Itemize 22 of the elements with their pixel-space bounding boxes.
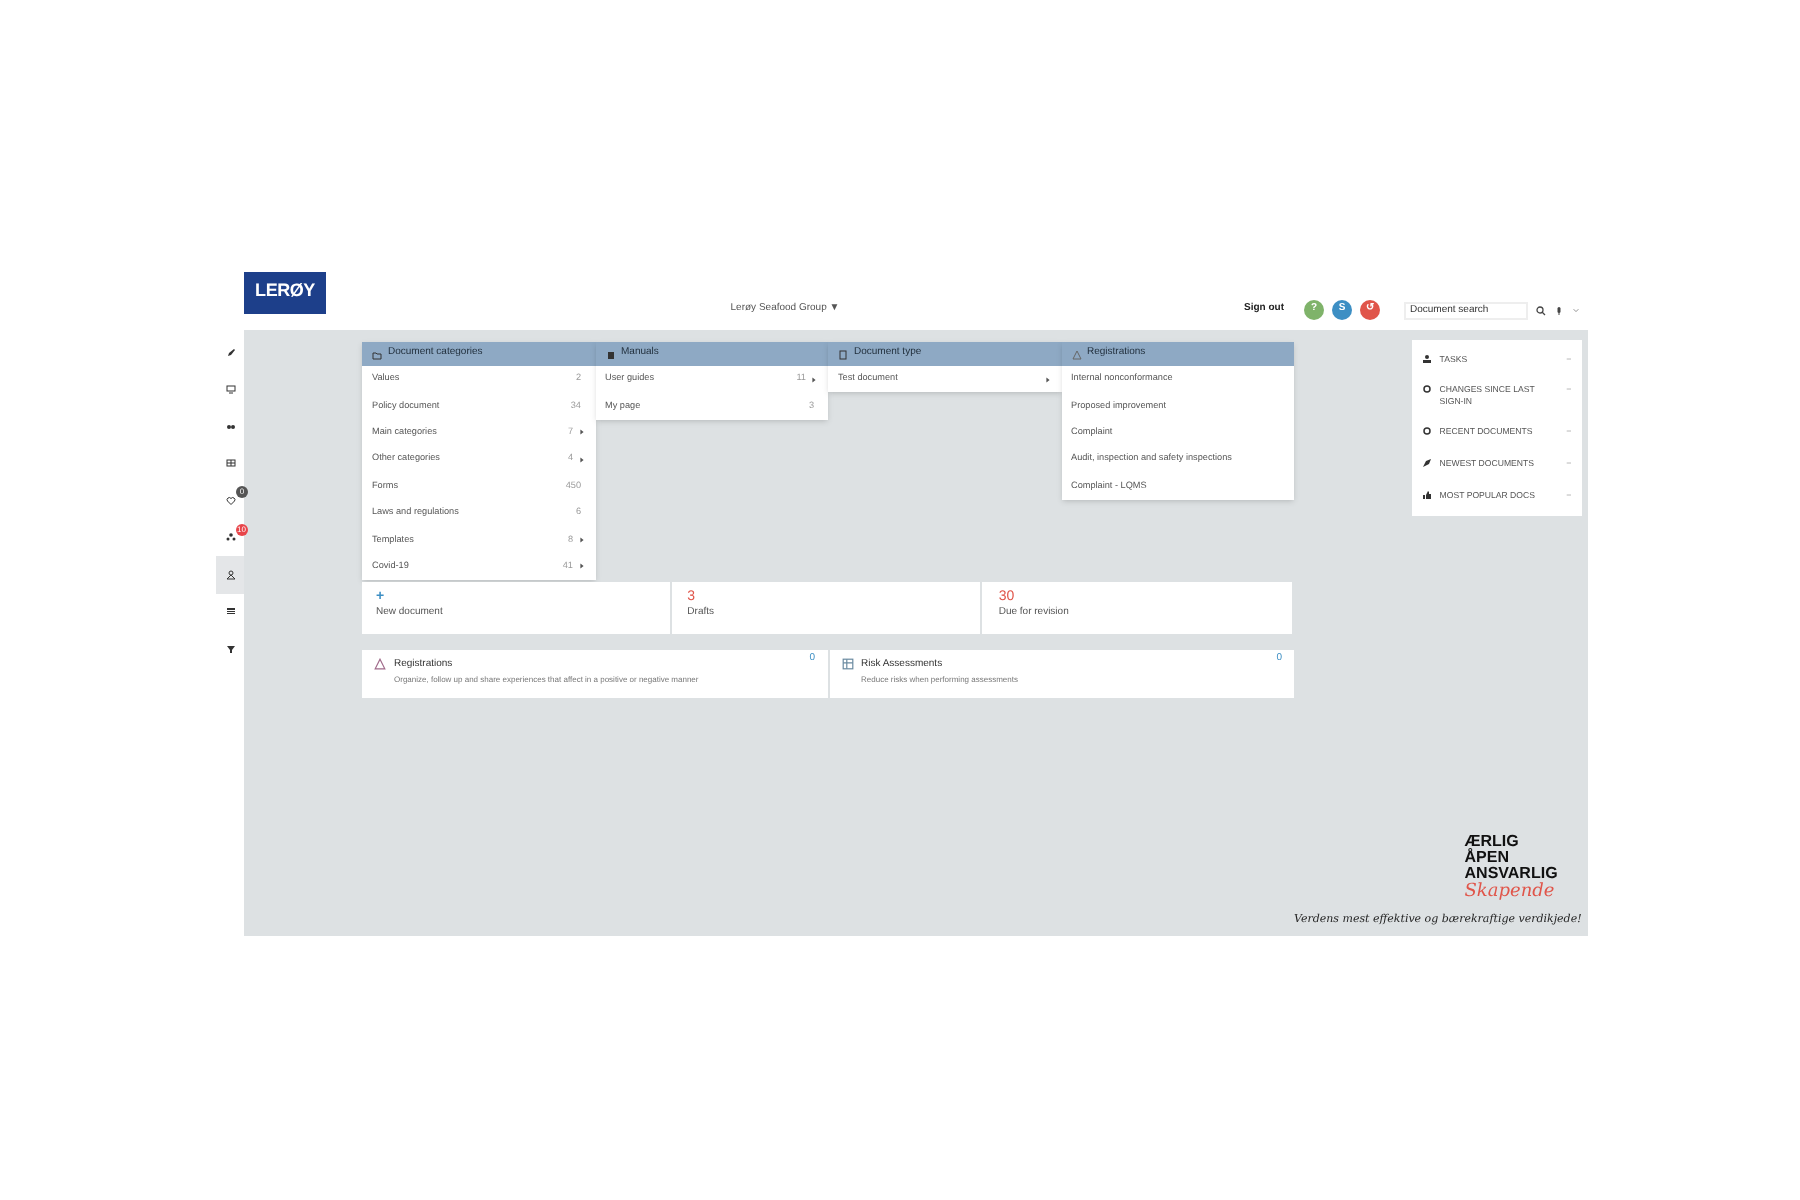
heart-icon [225,495,235,506]
document-icon [838,349,848,359]
pencil-icon [225,347,235,358]
warning-icon [1071,349,1081,359]
slogan-word: ÅPEN [1464,849,1511,866]
people-icon [1421,353,1432,363]
book-icon [605,349,615,359]
caret-icon [1572,306,1580,314]
warning-icon [374,658,386,671]
filter-icon [225,643,235,654]
slogan-word: ÆRLIG [1464,833,1521,850]
people-icon [225,532,235,543]
slogan-word: ANSVARLIG [1464,865,1558,882]
glasses-icon [225,421,235,432]
person-icon [225,569,235,580]
folder-icon [372,349,382,359]
thumbs-up-icon [1421,489,1432,500]
logo: LERØY [244,271,326,313]
grid-icon [225,458,235,469]
slogan-script-word: Skapende [1464,881,1557,902]
search-icon [1536,305,1546,315]
monitor-icon [225,384,235,395]
